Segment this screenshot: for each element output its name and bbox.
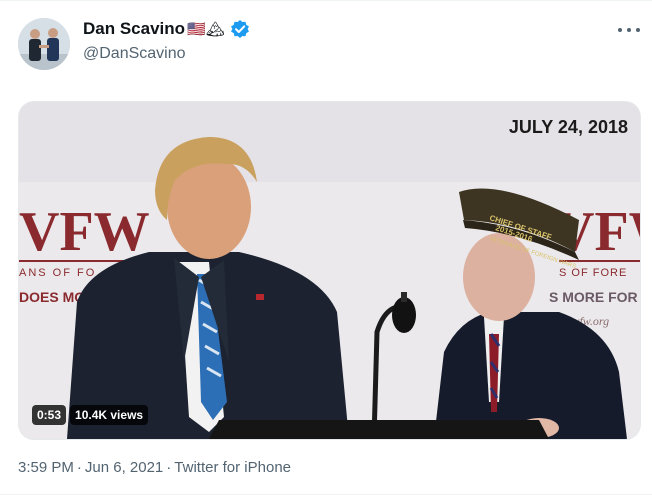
backdrop-slogan-left: DOES MO — [19, 289, 85, 305]
backdrop-subtitle-left: ANS OF FO — [19, 267, 96, 279]
bottom-divider — [0, 494, 652, 495]
backdrop-subtitle-right: S OF FORE — [559, 267, 627, 279]
name-emoji: 🇺🇸🏔 — [187, 21, 225, 38]
video-views: 10.4K views — [70, 405, 149, 425]
more-dot — [627, 28, 631, 32]
display-name[interactable]: Dan Scavino — [83, 19, 185, 39]
video-duration: 0:53 — [32, 405, 67, 425]
meta-separator: · — [166, 459, 172, 476]
tweet-source: Twitter for iPhone — [174, 459, 291, 476]
avatar[interactable] — [18, 18, 70, 70]
video-player[interactable]: VFW ANS OF FO DOES MO VFW S OF FORE S MO… — [18, 101, 641, 440]
tweet-date[interactable]: Jun 6, 2021 — [85, 459, 163, 476]
verified-badge-icon — [230, 19, 250, 39]
more-dot — [636, 28, 640, 32]
video-frame: VFW ANS OF FO DOES MO VFW S OF FORE S MO… — [19, 102, 640, 439]
author-handle[interactable]: @DanScavino — [83, 45, 186, 63]
tweet-meta: 3:59 PM · Jun 6, 2021 · Twitter for iPhone — [18, 459, 291, 476]
video-overlay-date: JULY 24, 2018 — [508, 117, 628, 137]
tweet-time[interactable]: 3:59 PM — [18, 459, 74, 476]
avatar-image — [18, 18, 70, 70]
author-name-row[interactable]: Dan Scavino 🇺🇸🏔 — [83, 19, 250, 39]
top-divider — [0, 0, 652, 1]
backdrop-slogan-right: S MORE FOR — [549, 289, 638, 305]
more-options-icon[interactable] — [618, 24, 640, 36]
video-badges: 0:53 10.4K views — [32, 405, 149, 425]
meta-separator: · — [76, 459, 82, 476]
more-dot — [618, 28, 622, 32]
backdrop-logo-left: VFW — [19, 201, 150, 263]
